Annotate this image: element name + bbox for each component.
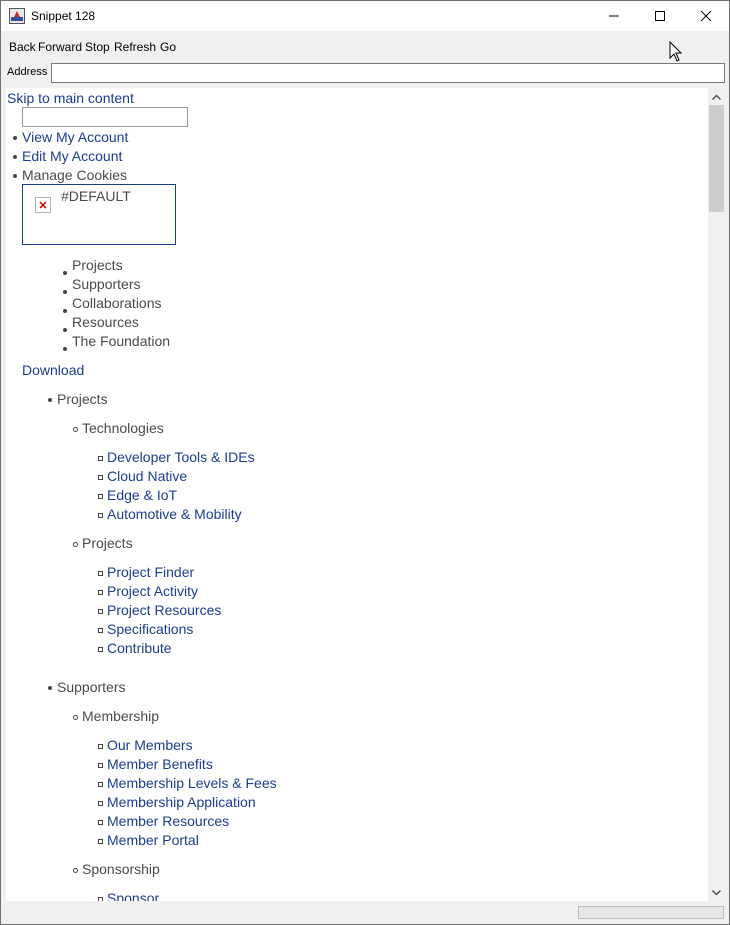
title-bar: Snippet 128 [1, 1, 729, 31]
bullet [98, 744, 103, 749]
window-title: Snippet 128 [31, 9, 96, 23]
nav-supporters[interactable]: Supporters [72, 276, 140, 293]
vertical-scrollbar[interactable] [708, 88, 725, 901]
minimize-icon [609, 15, 619, 17]
logo-link[interactable]: ✕ #DEFAULT [22, 184, 176, 245]
download-link[interactable]: Download [22, 362, 84, 379]
browser-window: Snippet 128 Back Forward Stop Refresh Go… [0, 0, 730, 925]
bullet [98, 801, 103, 806]
minimize-button[interactable] [591, 1, 637, 31]
bullet [98, 571, 103, 576]
bullet [98, 456, 103, 461]
bullet [13, 174, 17, 178]
maximize-icon [655, 11, 665, 21]
progress-bar [578, 906, 724, 919]
bullet [98, 494, 103, 499]
scroll-down-button[interactable] [708, 884, 725, 901]
menu-sponsorship[interactable]: Sponsorship [82, 861, 160, 878]
link-specifications[interactable]: Specifications [107, 621, 193, 638]
bullet [98, 609, 103, 614]
bullet [73, 868, 78, 873]
link-project-finder[interactable]: Project Finder [107, 564, 194, 581]
page-content: Skip to main content View My Account Edi… [6, 88, 708, 901]
bullet [98, 590, 103, 595]
bullet [98, 763, 103, 768]
link-contribute[interactable]: Contribute [107, 640, 172, 657]
link-project-activity[interactable]: Project Activity [107, 583, 198, 600]
nav-projects[interactable]: Projects [72, 257, 123, 274]
nav-the-foundation[interactable]: The Foundation [72, 333, 170, 350]
link-our-members[interactable]: Our Members [107, 737, 193, 754]
bullet [98, 820, 103, 825]
link-membership-application[interactable]: Membership Application [107, 794, 256, 811]
maximize-button[interactable] [637, 1, 683, 31]
bullet [73, 715, 78, 720]
search-input[interactable] [22, 107, 188, 127]
link-developer-tools[interactable]: Developer Tools & IDEs [107, 449, 255, 466]
bullet [98, 475, 103, 480]
nav-collaborations[interactable]: Collaborations [72, 295, 162, 312]
chevron-down-icon [712, 889, 721, 896]
edit-account-link[interactable]: Edit My Account [22, 148, 122, 165]
skip-to-content-link[interactable]: Skip to main content [7, 90, 134, 107]
bullet [98, 839, 103, 844]
bullet [63, 309, 67, 313]
scroll-thumb[interactable] [709, 105, 724, 212]
stop-button[interactable]: Stop [85, 40, 110, 54]
mouse-cursor-icon [669, 41, 683, 62]
close-icon [700, 10, 712, 22]
bullet [98, 513, 103, 518]
link-cloud-native[interactable]: Cloud Native [107, 468, 187, 485]
logo-alt-text: #DEFAULT [61, 188, 131, 204]
status-bar [1, 901, 729, 924]
link-membership-levels[interactable]: Membership Levels & Fees [107, 775, 277, 792]
view-account-link[interactable]: View My Account [22, 129, 128, 146]
address-label: Address [7, 66, 48, 78]
go-button[interactable]: Go [160, 40, 176, 54]
navigation-toolbar: Back Forward Stop Refresh Go [1, 36, 729, 58]
scroll-up-button[interactable] [708, 88, 725, 105]
broken-image-icon: ✕ [35, 197, 51, 213]
bullet [13, 136, 17, 140]
address-input[interactable] [51, 63, 725, 83]
refresh-button[interactable]: Refresh [114, 40, 156, 54]
menu-membership[interactable]: Membership [82, 708, 159, 725]
menu-technologies[interactable]: Technologies [82, 420, 164, 437]
link-member-resources[interactable]: Member Resources [107, 813, 229, 830]
link-automotive[interactable]: Automotive & Mobility [107, 506, 242, 523]
chevron-up-icon [712, 93, 721, 100]
bullet [98, 782, 103, 787]
bullet [73, 427, 78, 432]
app-icon [9, 8, 25, 24]
bullet [63, 347, 67, 351]
bullet [63, 328, 67, 332]
bullet [98, 628, 103, 633]
nav-resources[interactable]: Resources [72, 314, 139, 331]
manage-cookies-link[interactable]: Manage Cookies [22, 167, 127, 184]
link-sponsor[interactable]: Sponsor [107, 890, 159, 901]
bullet [63, 271, 67, 275]
forward-button[interactable]: Forward [38, 40, 82, 54]
bullet [98, 647, 103, 652]
bullet [48, 398, 52, 402]
back-button[interactable]: Back [9, 40, 36, 54]
address-bar: Address [1, 61, 729, 85]
menu-supporters[interactable]: Supporters [57, 679, 125, 696]
bullet [63, 290, 67, 294]
link-edge-iot[interactable]: Edge & IoT [107, 487, 177, 504]
menu-projects[interactable]: Projects [57, 391, 108, 408]
menu-projects-sub[interactable]: Projects [82, 535, 133, 552]
link-member-portal[interactable]: Member Portal [107, 832, 199, 849]
link-member-benefits[interactable]: Member Benefits [107, 756, 213, 773]
link-project-resources[interactable]: Project Resources [107, 602, 221, 619]
bullet [48, 686, 52, 690]
bullet [73, 542, 78, 547]
bullet [13, 155, 17, 159]
close-button[interactable] [683, 1, 729, 31]
